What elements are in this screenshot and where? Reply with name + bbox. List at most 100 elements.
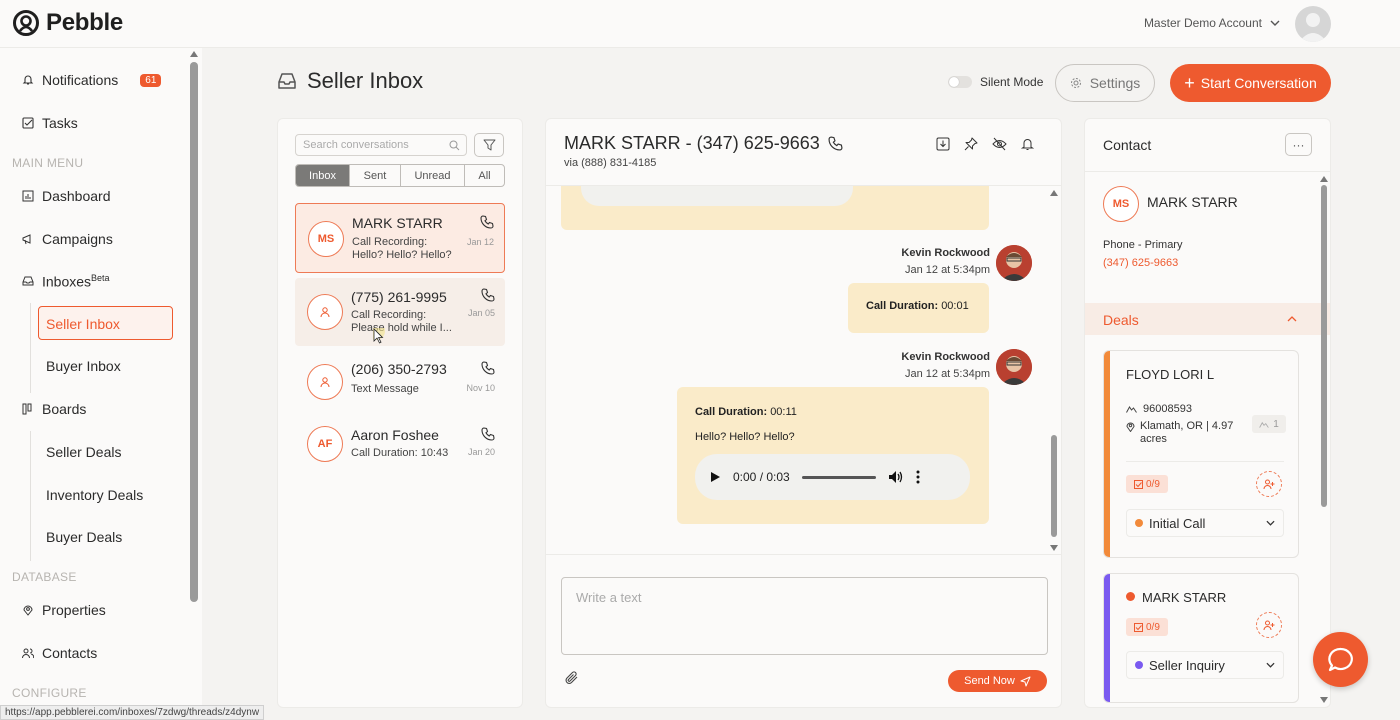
toggle-switch[interactable]	[948, 76, 972, 88]
pebble-logo-icon	[13, 10, 39, 36]
tab-inbox[interactable]: Inbox	[296, 165, 350, 186]
conversation-name: MARK STARR	[352, 215, 443, 231]
scroll-down-icon[interactable]	[1320, 697, 1328, 703]
contact-phone-link[interactable]: (347) 625-9663	[1103, 257, 1178, 269]
logo[interactable]: Pebble	[12, 9, 123, 37]
silent-mode-toggle[interactable]: Silent Mode	[948, 75, 1043, 89]
start-conversation-button[interactable]: + Start Conversation	[1170, 64, 1331, 102]
chat-actions	[936, 137, 1034, 151]
sidebar-item-notifications[interactable]: Notifications 61	[22, 72, 162, 88]
page-title-text: Seller Inbox	[307, 68, 424, 93]
chat-header: MARK STARR - (347) 625-9663	[564, 133, 843, 154]
contact-more-button[interactable]: ···	[1285, 133, 1312, 156]
conversation-preview-line1: Call Duration: 10:43	[351, 447, 449, 459]
message-time: Jan 12 at 5:34pm	[904, 368, 990, 380]
conversation-item[interactable]: MS MARK STARR Call Recording: Hello? Hel…	[295, 203, 505, 273]
download-icon[interactable]	[936, 137, 950, 151]
conversation-item[interactable]: (775) 261-9995 Call Recording: Please ho…	[295, 278, 505, 346]
sidebar-item-contacts[interactable]: Contacts	[22, 645, 97, 661]
gear-icon	[1070, 78, 1081, 88]
user-avatar[interactable]	[1295, 6, 1331, 42]
tasks-badge[interactable]: 0/9	[1126, 618, 1168, 636]
more-vertical-icon[interactable]	[916, 470, 920, 484]
call-duration-label: Call Duration:	[695, 406, 768, 418]
deal-title: FLOYD LORI L	[1126, 367, 1215, 382]
audio-player[interactable]: 0:00 / 0:03	[695, 454, 970, 500]
message-sender: Kevin Rockwood	[901, 351, 990, 363]
sidebar-item-seller-deals[interactable]: Seller Deals	[46, 444, 121, 460]
send-icon	[1020, 676, 1031, 686]
inbox-tabs: Inbox Sent Unread All	[295, 164, 505, 187]
message-thread[interactable]: Kevin Rockwood Jan 12 at 5:34pm Call Dur…	[546, 185, 1061, 555]
tab-all[interactable]: All	[465, 165, 504, 186]
property-count-badge: 1	[1252, 415, 1286, 433]
tab-unread[interactable]: Unread	[401, 165, 465, 186]
sidebar-item-seller-inbox[interactable]: Seller Inbox	[46, 316, 120, 332]
eye-off-icon[interactable]	[992, 137, 1007, 151]
assign-user-button[interactable]	[1256, 612, 1282, 638]
sidebar-item-campaigns[interactable]: Campaigns	[22, 231, 113, 247]
deal-stage-select[interactable]: Initial Call	[1126, 509, 1284, 537]
account-name: Master Demo Account	[1143, 16, 1262, 30]
account-menu[interactable]: Master Demo Account	[1144, 16, 1280, 30]
person-photo-icon	[996, 349, 1032, 385]
sidebar-item-buyer-deals[interactable]: Buyer Deals	[46, 529, 122, 545]
scroll-down-icon[interactable]	[1050, 545, 1058, 551]
phone-icon	[481, 427, 495, 441]
tab-sent[interactable]: Sent	[350, 165, 401, 186]
phone-icon[interactable]	[828, 136, 843, 151]
conversation-name: (775) 261-9995	[351, 289, 447, 305]
settings-button[interactable]: Settings	[1055, 64, 1155, 102]
pin-icon[interactable]	[964, 137, 978, 151]
deal-title: MARK STARR	[1142, 590, 1227, 605]
chat-scrollbar[interactable]	[1051, 435, 1057, 537]
sidebar-item-inventory-deals[interactable]: Inventory Deals	[46, 487, 143, 503]
checkbox-icon	[22, 117, 34, 129]
sidebar-item-boards[interactable]: Boards	[22, 401, 86, 417]
sidebar-item-buyer-inbox[interactable]: Buyer Inbox	[46, 358, 121, 374]
user-icon	[1299, 13, 1327, 42]
user-plus-icon	[1263, 479, 1275, 489]
help-chat-button[interactable]	[1313, 632, 1368, 687]
board-icon	[22, 403, 32, 415]
conversation-item[interactable]: (206) 350-2793 Text Message Nov 10	[295, 351, 505, 413]
conversation-preview-line2: Please hold while I...	[351, 322, 452, 334]
chevron-up-icon	[1287, 316, 1297, 322]
more-horizontal-icon: ···	[1292, 137, 1305, 152]
conversation-item[interactable]: AF Aaron Foshee Call Duration: 10:43 Jan…	[295, 417, 505, 473]
deal-card[interactable]: FLOYD LORI L 96008593 Klamath, OR | 4.97…	[1103, 350, 1299, 558]
sidebar-label-properties: Properties	[42, 602, 106, 618]
paperclip-icon[interactable]	[565, 671, 579, 685]
sidebar-item-properties[interactable]: Properties	[22, 602, 106, 618]
sidebar-scroll-up-icon[interactable]	[190, 51, 198, 57]
scroll-up-icon[interactable]	[1050, 190, 1058, 196]
deal-stage-select[interactable]: Seller Inquiry	[1126, 651, 1284, 679]
plus-icon: +	[1184, 73, 1195, 93]
sidebar-item-tasks[interactable]: Tasks	[22, 115, 78, 131]
play-icon[interactable]	[709, 471, 721, 483]
message-time: Jan 12 at 5:34pm	[904, 264, 990, 276]
send-now-button[interactable]: Send Now	[948, 670, 1047, 692]
inboxes-subnav-line	[30, 303, 31, 393]
stage-color-dot	[1135, 519, 1143, 527]
contact-avatar	[307, 364, 343, 400]
scroll-up-icon[interactable]	[1320, 176, 1328, 182]
filter-button[interactable]	[474, 133, 504, 157]
audio-player[interactable]	[581, 186, 853, 206]
search-input[interactable]: Search conversations	[295, 134, 467, 156]
message-input[interactable]: Write a text	[561, 577, 1048, 655]
map-pin-icon	[23, 605, 33, 616]
assign-user-button[interactable]	[1256, 471, 1282, 497]
deals-section-header[interactable]: Deals	[1085, 303, 1330, 335]
sidebar-item-dashboard[interactable]: Dashboard	[22, 188, 111, 204]
audio-progress-track[interactable]	[801, 475, 876, 479]
contact-scrollbar[interactable]	[1321, 185, 1327, 507]
sidebar-item-inboxes[interactable]: InboxesBeta	[22, 273, 110, 290]
deal-card[interactable]: MARK STARR 0/9 Seller Inquiry	[1103, 573, 1299, 703]
bell-icon[interactable]	[1021, 137, 1034, 151]
divider	[1085, 171, 1330, 172]
tasks-badge[interactable]: 0/9	[1126, 475, 1168, 493]
contact-initials-avatar: AF	[307, 426, 343, 462]
volume-icon[interactable]	[888, 470, 904, 484]
sidebar-scrollbar[interactable]	[190, 62, 198, 602]
